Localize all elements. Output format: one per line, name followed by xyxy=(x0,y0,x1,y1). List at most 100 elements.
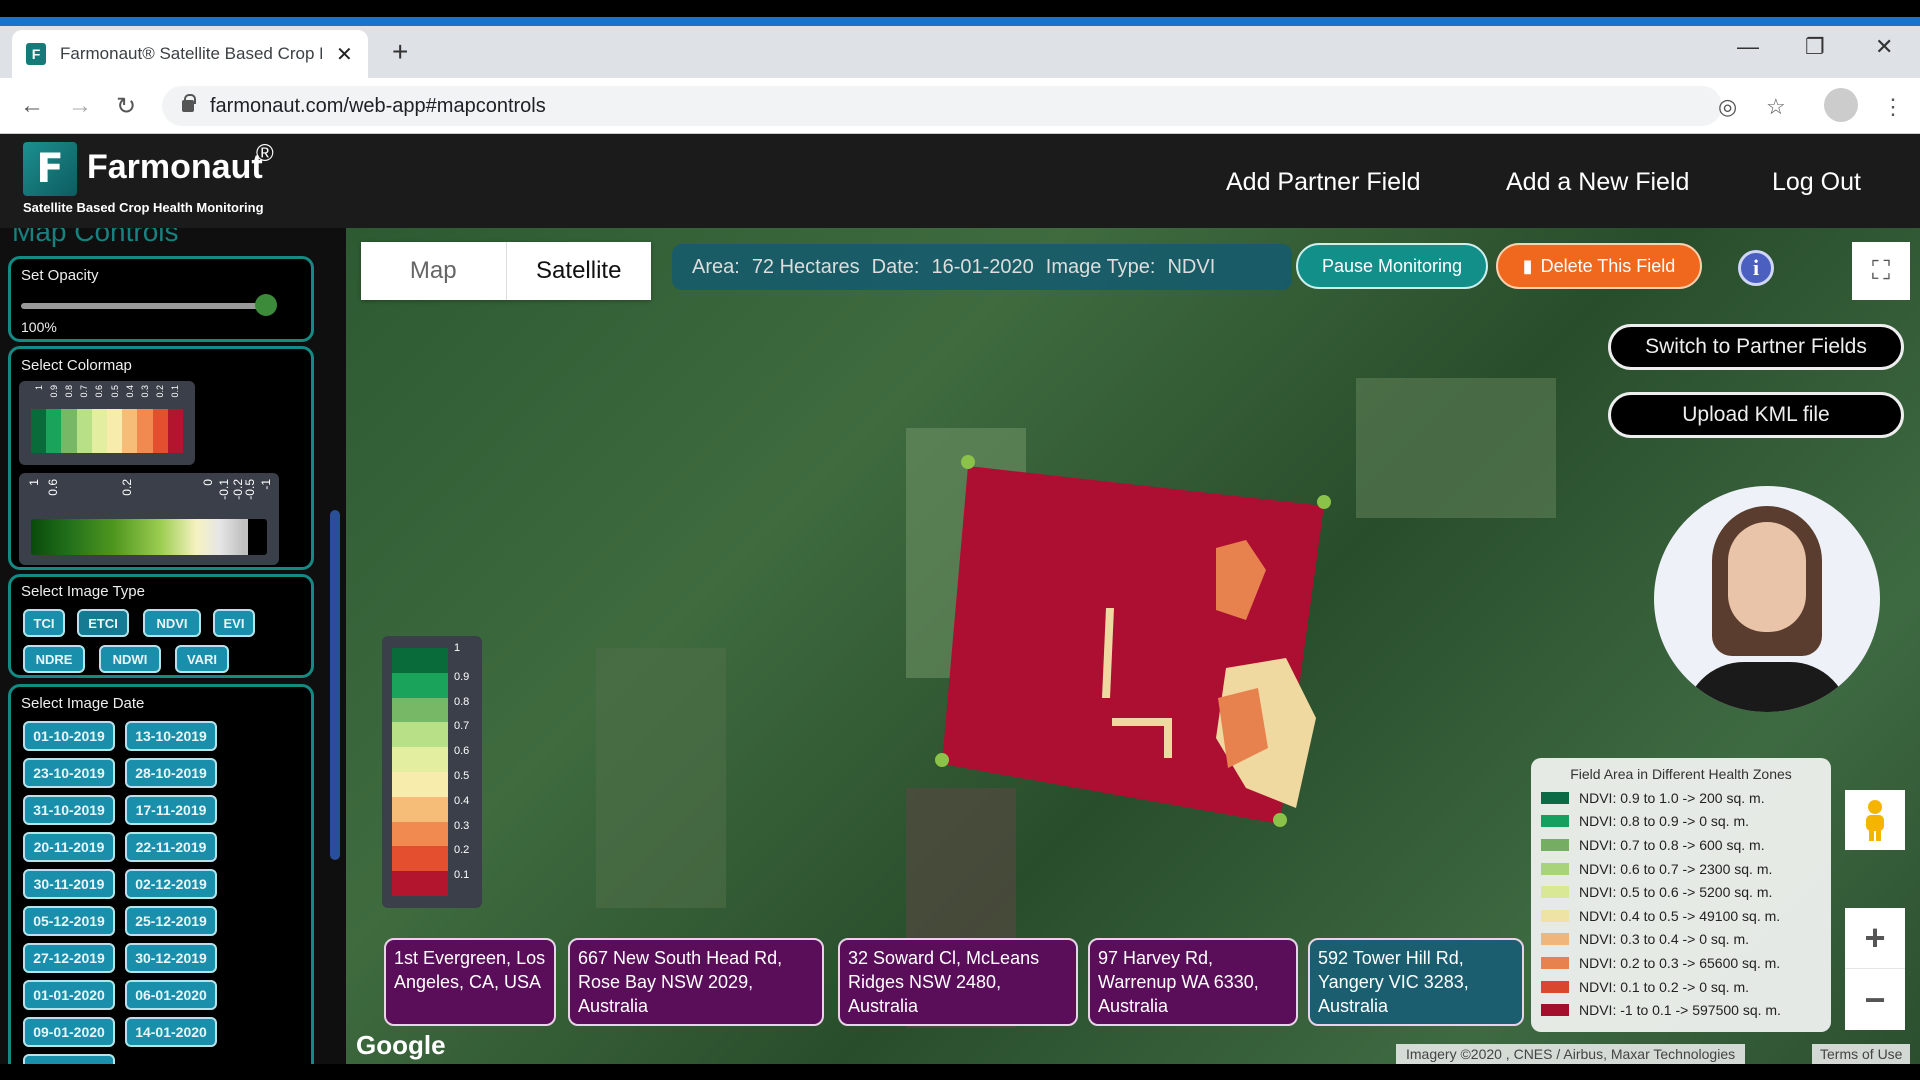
map-controls-title[interactable]: Map Controls xyxy=(12,228,179,248)
new-tab-button[interactable]: + xyxy=(392,36,408,68)
url-field[interactable]: farmonaut.com/web-app#mapcontrols xyxy=(162,86,1722,126)
presenter-shirt xyxy=(1684,662,1850,712)
health-zone-label: NDVI: -1 to 0.1 -> 597500 sq. m. xyxy=(1579,1002,1781,1019)
address-bar: ← → ↻ farmonaut.com/web-app#mapcontrols … xyxy=(0,78,1920,134)
opacity-slider-track[interactable] xyxy=(21,303,266,309)
colormap-tick-label: 0.7 xyxy=(79,385,90,398)
image-date-button[interactable]: 01-10-2019 xyxy=(23,721,115,751)
health-zone-row: NDVI: -1 to 0.1 -> 597500 sq. m. xyxy=(1541,998,1821,1022)
location-icon[interactable]: ◎ xyxy=(1718,94,1737,120)
add-new-field-link[interactable]: Add a New Field xyxy=(1506,168,1689,197)
health-zone-row: NDVI: 0.9 to 1.0 -> 200 sq. m. xyxy=(1541,786,1821,810)
log-out-link[interactable]: Log Out xyxy=(1772,168,1861,197)
street-view-pegman-icon[interactable] xyxy=(1845,790,1905,850)
image-date-button[interactable]: 14-01-2020 xyxy=(125,1017,217,1047)
saved-field-address[interactable]: 1st Evergreen, Los Angeles, CA, USA xyxy=(384,938,556,1026)
image-type-ndvi[interactable]: NDVI xyxy=(143,609,201,637)
image-date-button[interactable]: 02-12-2019 xyxy=(125,869,217,899)
lock-icon xyxy=(182,94,196,112)
field-corner-marker[interactable] xyxy=(935,753,949,767)
health-zone-swatch xyxy=(1541,909,1569,922)
close-window-icon[interactable]: ✕ xyxy=(1875,34,1893,60)
colormap-option-rdylgn[interactable]: 1 0.9 0.8 0.7 0.6 0.5 0.4 0.3 0.2 0.1 xyxy=(19,381,195,465)
map-controls-sidebar: Map Controls Set Opacity 100% Select Col… xyxy=(0,228,346,1064)
colormap-tick-label: 0.1 xyxy=(170,385,181,398)
browser-menu-icon[interactable]: ⋮ xyxy=(1882,94,1904,120)
health-zone-row: NDVI: 0.7 to 0.8 -> 600 sq. m. xyxy=(1541,833,1821,857)
image-date-button[interactable]: 17-11-2019 xyxy=(125,795,217,825)
legend-swatch xyxy=(392,846,448,872)
close-tab-icon[interactable]: ✕ xyxy=(336,42,353,67)
image-date-button[interactable]: 05-12-2019 xyxy=(23,906,115,936)
field-corner-marker[interactable] xyxy=(1317,495,1331,509)
colormap-swatch xyxy=(91,409,108,453)
image-type-label: Select Image Type xyxy=(21,583,145,600)
image-date-button[interactable]: 30-11-2019 xyxy=(23,869,115,899)
legend-swatch xyxy=(392,672,448,699)
image-type-vari[interactable]: VARI xyxy=(175,645,229,673)
opacity-slider-thumb[interactable] xyxy=(255,294,277,316)
image-date-button[interactable]: 28-10-2019 xyxy=(125,758,217,788)
window-accent-strip xyxy=(0,17,1920,26)
colormap-option-ndvi-green[interactable]: 1 0.6 0.2 0 -0.1 -0.2 -0.5 -1 xyxy=(19,473,279,565)
image-date-button[interactable]: 16-01-2020 xyxy=(23,1054,115,1064)
sidebar-scrollbar[interactable] xyxy=(330,510,340,860)
terms-of-use-link[interactable]: Terms of Use xyxy=(1812,1044,1911,1064)
image-date-button[interactable]: 01-01-2020 xyxy=(23,980,115,1010)
health-zone-row: NDVI: 0.8 to 0.9 -> 0 sq. m. xyxy=(1541,810,1821,834)
screen-top-border xyxy=(0,0,1920,17)
image-date-button[interactable]: 23-10-2019 xyxy=(23,758,115,788)
health-zone-row: NDVI: 0.4 to 0.5 -> 49100 sq. m. xyxy=(1541,904,1821,928)
image-type-ndre[interactable]: NDRE xyxy=(23,645,85,673)
image-date-button[interactable]: 20-11-2019 xyxy=(23,832,115,862)
image-type-ndwi[interactable]: NDWI xyxy=(99,645,161,673)
image-date-button[interactable]: 13-10-2019 xyxy=(125,721,217,751)
health-zone-swatch xyxy=(1541,886,1569,899)
legend-swatch xyxy=(392,697,448,723)
health-zone-label: NDVI: 0.3 to 0.4 -> 0 sq. m. xyxy=(1579,931,1750,948)
satellite-map[interactable]: Map Satellite Area: 72 Hectares Date: 16… xyxy=(346,228,1920,1064)
health-zone-swatch xyxy=(1541,815,1569,828)
field-corner-marker[interactable] xyxy=(1273,813,1287,827)
colormap-swatch xyxy=(122,409,138,453)
health-zone-label: NDVI: 0.7 to 0.8 -> 600 sq. m. xyxy=(1579,836,1765,853)
minimize-icon[interactable]: — xyxy=(1737,34,1759,60)
farmonaut-logo-icon[interactable]: F xyxy=(23,142,77,196)
field-corner-marker[interactable] xyxy=(961,455,975,469)
browser-tab[interactable]: F Farmonaut® Satellite Based Crop Health… xyxy=(12,30,368,78)
colormap-tick-label: 0.2 xyxy=(119,479,134,496)
back-icon[interactable]: ← xyxy=(20,92,44,120)
legend-tick-label: 0.4 xyxy=(454,794,470,807)
imagery-attribution: Imagery ©2020 , CNES / Airbus, Maxar Tec… xyxy=(1396,1044,1746,1064)
image-date-panel: Select Image Date 01-10-2019 13-10-2019 23… xyxy=(8,684,314,1064)
image-date-button[interactable]: 22-11-2019 xyxy=(125,832,217,862)
image-type-etci[interactable]: ETCI xyxy=(77,609,129,637)
saved-field-address[interactable]: 32 Soward Cl, McLeans Ridges NSW 2480, A… xyxy=(838,938,1078,1026)
health-zone-label: NDVI: 0.2 to 0.3 -> 65600 sq. m. xyxy=(1579,954,1781,971)
app-header: F Farmonaut ® Satellite Based Crop Healt… xyxy=(0,134,1920,228)
reload-icon[interactable]: ↻ xyxy=(116,92,136,121)
image-date-button[interactable]: 31-10-2019 xyxy=(23,795,115,825)
zoom-in-button[interactable]: + xyxy=(1845,908,1905,969)
image-date-button[interactable]: 27-12-2019 xyxy=(23,943,115,973)
zoom-out-button[interactable]: − xyxy=(1845,969,1905,1030)
legend-tick-label: 0.1 xyxy=(454,869,470,882)
profile-avatar-icon[interactable] xyxy=(1824,88,1858,122)
colormap-swatch xyxy=(167,409,184,453)
legend-tick-label: 0.8 xyxy=(454,695,470,708)
image-type-tci[interactable]: TCI xyxy=(23,609,65,637)
add-partner-field-link[interactable]: Add Partner Field xyxy=(1226,168,1421,197)
saved-field-address[interactable]: 667 New South Head Rd, Rose Bay NSW 2029… xyxy=(568,938,824,1026)
saved-field-address[interactable]: 592 Tower Hill Rd, Yangery VIC 3283, Aus… xyxy=(1308,938,1524,1026)
saved-field-address[interactable]: 97 Harvey Rd, Warrenup WA 6330, Australi… xyxy=(1088,938,1298,1026)
image-date-button[interactable]: 25-12-2019 xyxy=(125,906,217,936)
health-zone-label: NDVI: 0.8 to 0.9 -> 0 sq. m. xyxy=(1579,813,1750,830)
image-date-button[interactable]: 30-12-2019 xyxy=(125,943,217,973)
restore-icon[interactable]: ❐ xyxy=(1805,34,1825,60)
image-date-button[interactable]: 06-01-2020 xyxy=(125,980,217,1010)
bookmark-star-icon[interactable]: ☆ xyxy=(1766,94,1786,120)
legend-swatch xyxy=(392,821,448,847)
forward-icon[interactable]: → xyxy=(68,92,92,120)
image-type-evi[interactable]: EVI xyxy=(213,609,255,637)
image-date-button[interactable]: 09-01-2020 xyxy=(23,1017,115,1047)
